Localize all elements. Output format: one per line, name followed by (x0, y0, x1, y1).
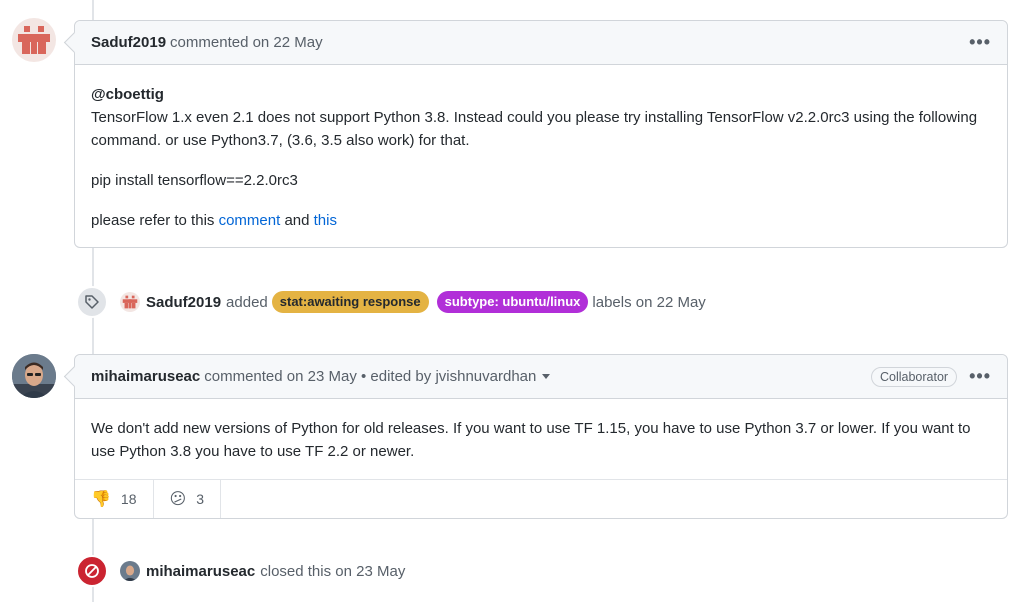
avatar-mihaimaruseac[interactable] (12, 354, 56, 398)
pip-command: pip install tensorflow==2.2.0rc3 (91, 172, 298, 189)
comment-text: We don't add new versions of Python for … (91, 420, 971, 460)
event-text: closed this on 23 May (260, 562, 406, 580)
avatar-saduf2019-small[interactable] (120, 292, 140, 312)
reaction-confused[interactable]: 😕 3 (154, 480, 221, 518)
comment-text: TensorFlow 1.x even 2.1 does not support… (91, 109, 978, 149)
comment-saduf2019: Saduf2019 commented on 22 May ••• @cboet… (74, 20, 1008, 248)
tag-icon (76, 286, 108, 318)
closed-event: mihaimaruseac closed this on 23 May (76, 555, 405, 587)
kebab-menu-icon[interactable]: ••• (969, 366, 991, 387)
avatar-saduf2019[interactable] (12, 18, 56, 62)
kebab-menu-icon[interactable]: ••• (969, 32, 991, 53)
comment-header: mihaimaruseac commented on 23 May • edit… (75, 355, 1007, 399)
comment-meta[interactable]: commented on 23 May • edited by jvishnuv… (204, 368, 536, 385)
collaborator-badge: Collaborator (871, 366, 958, 387)
comment-link[interactable]: comment (219, 212, 281, 229)
event-action: added (226, 293, 268, 311)
user-mention[interactable]: @cboettig (91, 86, 164, 103)
thumbs-down-icon: 👎 (91, 491, 111, 508)
avatar-mihaimaruseac-small[interactable] (120, 561, 140, 581)
comment-body: We don't add new versions of Python for … (75, 399, 1007, 463)
reaction-count: 3 (196, 491, 204, 507)
label-subtype-ubuntu-linux[interactable]: subtype: ubuntu/linux (436, 291, 589, 313)
comment-header: Saduf2019 commented on 22 May ••• (75, 21, 1007, 65)
label-stat-awaiting-response[interactable]: stat:awaiting response (271, 291, 429, 313)
comment-author[interactable]: Saduf2019 (91, 34, 166, 51)
edit-history-chevron-down-icon[interactable] (542, 374, 551, 379)
reactions-bar: 👎 18 😕 3 (75, 479, 1007, 518)
event-author[interactable]: mihaimaruseac (146, 563, 255, 580)
confused-icon: 😕 (169, 491, 187, 508)
reaction-thumbs-down[interactable]: 👎 18 (75, 480, 154, 518)
comment-author[interactable]: mihaimaruseac (91, 368, 200, 385)
comment-body: @cboettig TensorFlow 1.x even 2.1 does n… (75, 65, 1007, 232)
this-link[interactable]: this (314, 212, 337, 229)
comment-mihaimaruseac: mihaimaruseac commented on 23 May • edit… (74, 354, 1008, 519)
and-text: and (284, 212, 310, 229)
reaction-count: 18 (120, 491, 137, 507)
event-author[interactable]: Saduf2019 (146, 294, 221, 311)
closed-circle-slash-icon (76, 555, 108, 587)
comment-meta[interactable]: commented on 22 May (170, 34, 323, 51)
event-suffix: labels on 22 May (592, 293, 706, 311)
refer-text: please refer to this (91, 212, 215, 229)
label-event: Saduf2019 added stat:awaiting response s… (76, 286, 706, 318)
